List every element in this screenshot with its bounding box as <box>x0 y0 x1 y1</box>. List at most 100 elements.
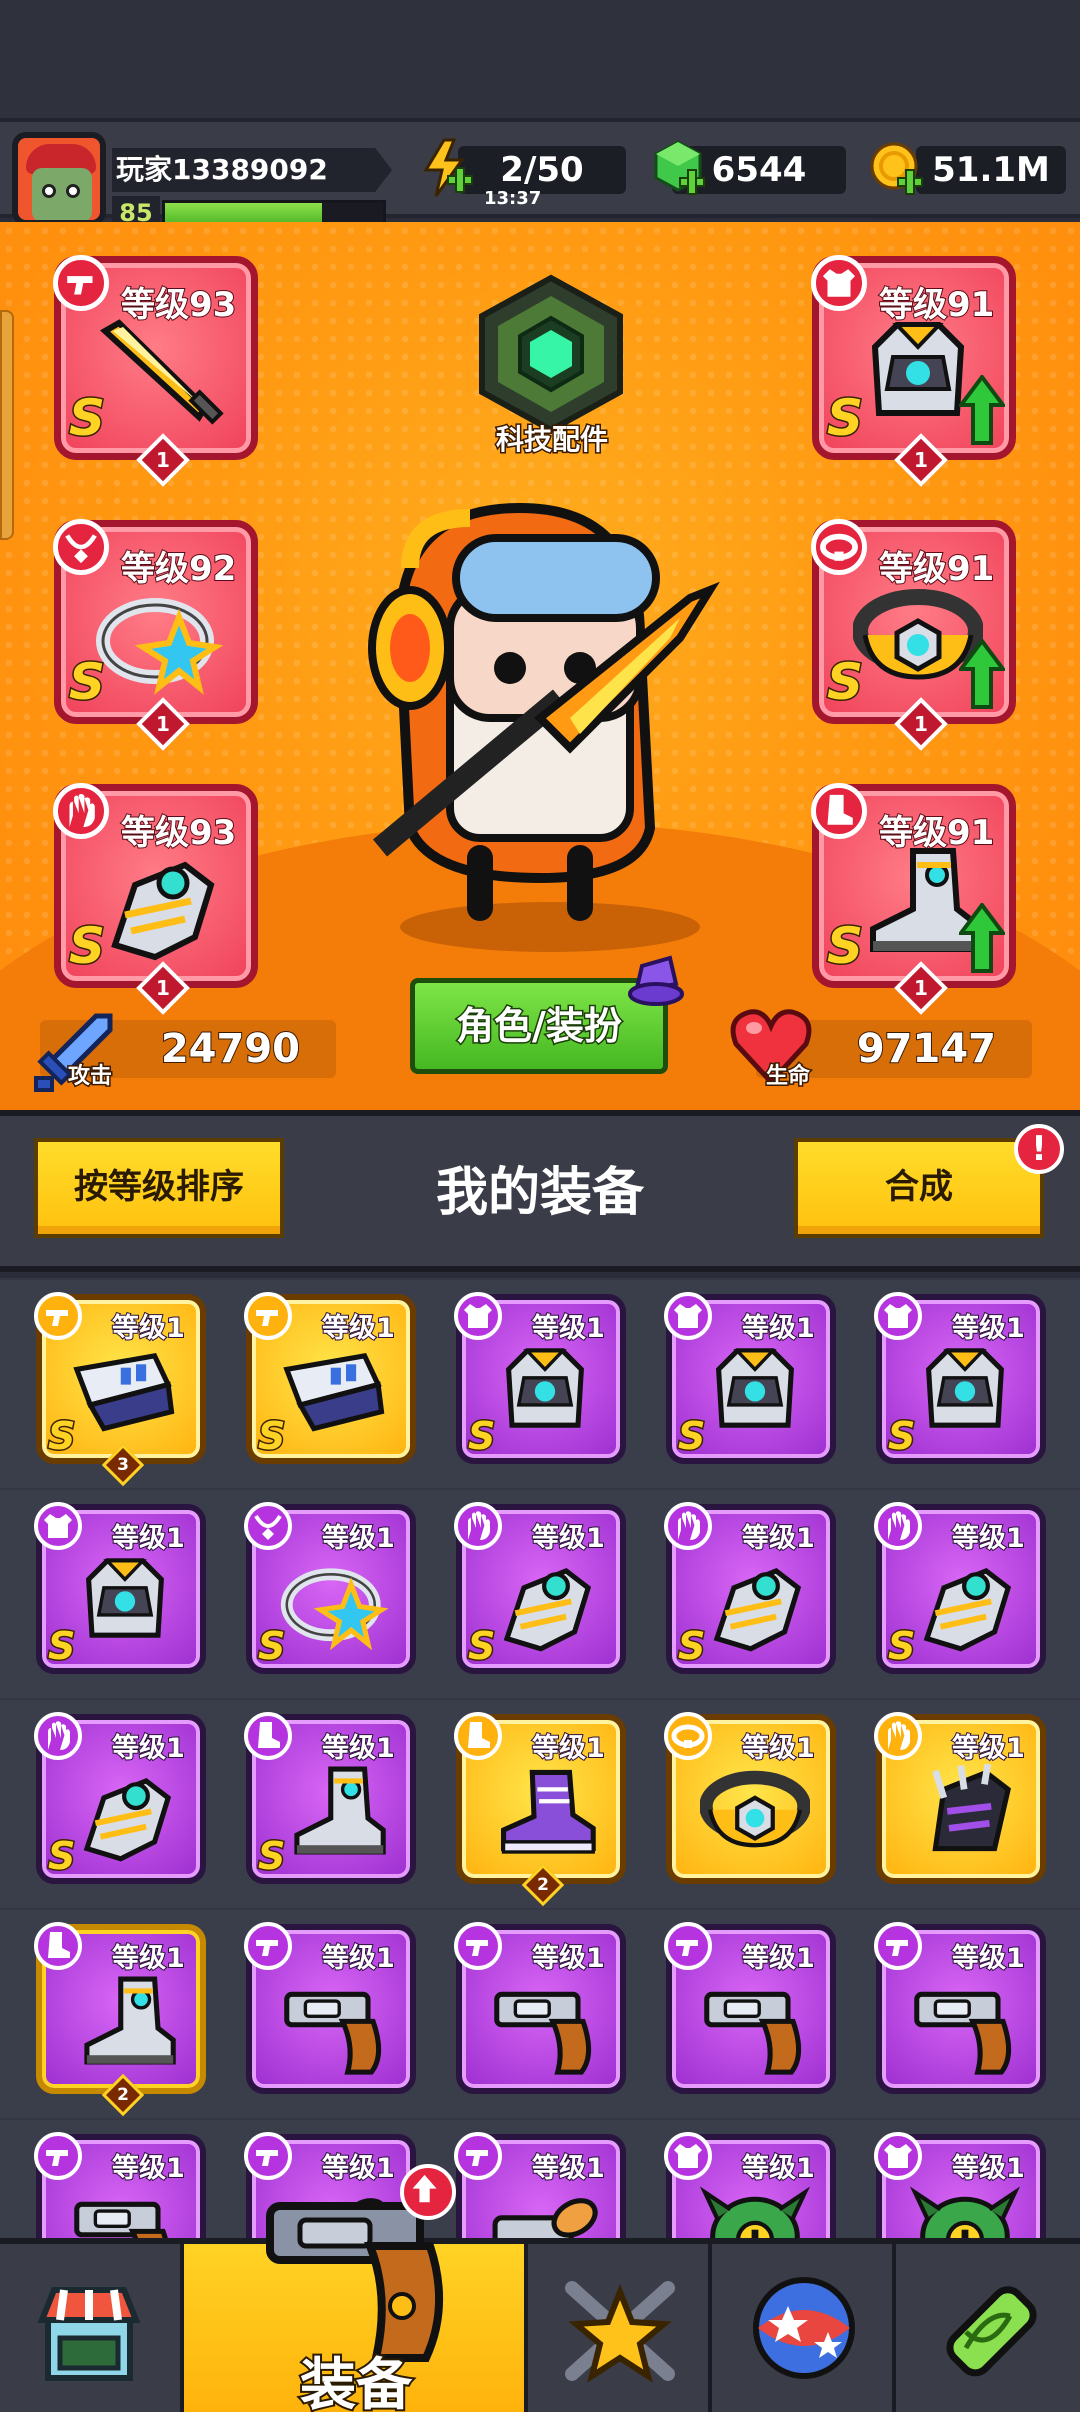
merge-alert-badge: ! <box>1014 1124 1064 1174</box>
item-count: 2 <box>537 1875 549 1895</box>
green-gem-icon[interactable] <box>650 138 710 198</box>
inventory-item[interactable]: 等级1 <box>244 1922 416 2094</box>
gauntlet-icon <box>490 1554 600 1654</box>
slot-level: 等级92 <box>120 548 237 590</box>
game-screen: { "player": { "name": "玩家13389092", "lev… <box>0 0 1080 2412</box>
player-name: 玩家13389092 <box>112 148 392 192</box>
inventory-item[interactable]: 等级1 <box>454 1922 626 2094</box>
upgrade-arrow-icon <box>957 901 1007 973</box>
item-rank: S <box>886 1623 916 1670</box>
equipped-slot-boots[interactable]: 等级91 S 1 <box>811 783 1016 1015</box>
nav-tab-shop[interactable] <box>0 2244 184 2412</box>
weapon-type-icon <box>34 1292 82 1340</box>
inventory-item[interactable]: 等级1 <box>34 2132 206 2238</box>
item-level: 等级1 <box>951 1522 1026 1555</box>
boots-type-icon <box>811 783 867 839</box>
inventory-item[interactable]: 等级1 <box>874 2132 1046 2238</box>
hero-character[interactable] <box>340 498 740 928</box>
belt-type-icon <box>664 1712 712 1760</box>
belt-icon <box>699 1764 811 1864</box>
dna-capsule-icon <box>946 2286 1037 2377</box>
inventory-item[interactable]: 等级1 S <box>244 1712 416 1884</box>
weapon-type-icon <box>34 2132 82 2180</box>
item-level: 等级1 <box>951 2152 1026 2185</box>
inventory-item[interactable]: 等级1 <box>454 2132 626 2238</box>
item-count-badge: 2 <box>521 1863 565 1907</box>
energy-bolt-icon[interactable] <box>418 138 478 198</box>
player-avatar[interactable] <box>12 132 106 226</box>
gold-coin-icon[interactable] <box>868 138 928 198</box>
sword-icon <box>95 317 225 437</box>
necklace-type-icon <box>244 1502 292 1550</box>
merge-button[interactable]: 合成 <box>794 1138 1044 1238</box>
inventory-item[interactable]: 等级1 S <box>874 1292 1046 1464</box>
gauntlet-icon <box>700 1554 810 1654</box>
equipped-slot-weapon[interactable]: 等级93 S 1 <box>53 255 258 487</box>
side-drawer-handle[interactable] <box>0 310 14 540</box>
item-level: 等级1 <box>951 1732 1026 1765</box>
system-status-bar <box>0 0 1080 118</box>
equipped-slot-armor[interactable]: 等级91 S 1 <box>811 255 1016 487</box>
slot-star-count: 1 <box>156 712 170 736</box>
slot-star-count: 1 <box>914 448 928 472</box>
item-rank: S <box>256 1623 286 1670</box>
sort-by-level-button[interactable]: 按等级排序 <box>34 1138 284 1238</box>
energy-counter[interactable]: 2/50 <box>458 146 626 194</box>
inventory-item[interactable]: 等级1 2 <box>34 1922 206 2117</box>
coin-counter[interactable]: 51.1M <box>916 146 1066 194</box>
attack-label: 攻击 <box>66 1063 113 1091</box>
inventory-title: 我的装备 <box>435 1163 644 1223</box>
tech-parts-icon[interactable] <box>474 274 628 434</box>
inventory-item[interactable]: 等级1 S <box>34 1712 206 1884</box>
item-rank: S <box>46 1833 76 1880</box>
inventory-item[interactable]: 等级1 S <box>874 1502 1046 1674</box>
inventory-item[interactable]: 等级1 S <box>244 1502 416 1674</box>
equipped-slot-necklace[interactable]: 等级92 S 1 <box>53 519 258 751</box>
upgrade-arrow-icon <box>957 373 1007 445</box>
inventory-item[interactable]: 等级1 S <box>34 1502 206 1674</box>
inventory-item[interactable]: 等级1 <box>664 2132 836 2238</box>
nav-tab-talent[interactable] <box>528 2244 712 2412</box>
nav-tab-evolution[interactable] <box>896 2244 1080 2412</box>
slot-level: 等级93 <box>120 284 237 326</box>
item-count: 2 <box>117 2085 129 2105</box>
revolver-icon <box>910 1974 1020 2075</box>
nav-tab-pets[interactable] <box>712 2244 896 2412</box>
blaster-icon <box>280 1344 390 1444</box>
item-level: 等级1 <box>111 2152 186 2185</box>
boots-type-icon <box>244 1712 292 1760</box>
item-rank: S <box>886 1413 916 1460</box>
inventory-item[interactable]: 等级1 S <box>664 1292 836 1464</box>
inventory-item[interactable]: 等级1 <box>664 1712 836 1884</box>
inventory-item[interactable]: 等级1 S <box>454 1292 626 1464</box>
health-label: 生命 <box>764 1063 811 1091</box>
equipped-slot-belt[interactable]: 等级91 S 1 <box>811 519 1016 751</box>
slot-rank: S <box>825 916 864 977</box>
item-level: 等级1 <box>531 2152 606 2185</box>
weapon-type-icon <box>53 255 109 311</box>
inventory-item[interactable]: 等级1 <box>664 1922 836 2094</box>
boots-type-icon <box>34 1922 82 1970</box>
inventory-item[interactable]: 等级1 S 3 <box>34 1292 206 1487</box>
energy-timer: 13:37 <box>484 188 542 209</box>
inventory-item[interactable]: 等级1 <box>874 1922 1046 2094</box>
item-level: 等级1 <box>321 1312 396 1345</box>
inventory-item[interactable]: 等级1 <box>874 1712 1046 1884</box>
necklace-type-icon <box>53 519 109 575</box>
revolver-icon <box>700 1974 810 2075</box>
weapon-type-icon <box>244 1292 292 1340</box>
inventory-item[interactable]: 等级1 S <box>454 1502 626 1674</box>
boot-icon <box>280 1764 390 1864</box>
item-count-badge: 3 <box>101 1443 145 1487</box>
inventory-item[interactable]: 等级1 S <box>244 1292 416 1464</box>
revolver-icon <box>70 2184 180 2238</box>
claw-icon <box>910 1763 1020 1864</box>
gauntlet-icon <box>95 845 225 965</box>
equipped-slot-gloves[interactable]: 等级93 S 1 <box>53 783 258 1015</box>
upgrade-arrow-icon <box>957 637 1007 709</box>
equipment-upgrade-badge <box>400 2164 456 2220</box>
revolver-icon <box>490 1974 600 2075</box>
inventory-item[interactable]: 等级1 2 <box>454 1712 626 1907</box>
inventory-item[interactable]: 等级1 S <box>664 1502 836 1674</box>
item-level: 等级1 <box>741 1732 816 1765</box>
